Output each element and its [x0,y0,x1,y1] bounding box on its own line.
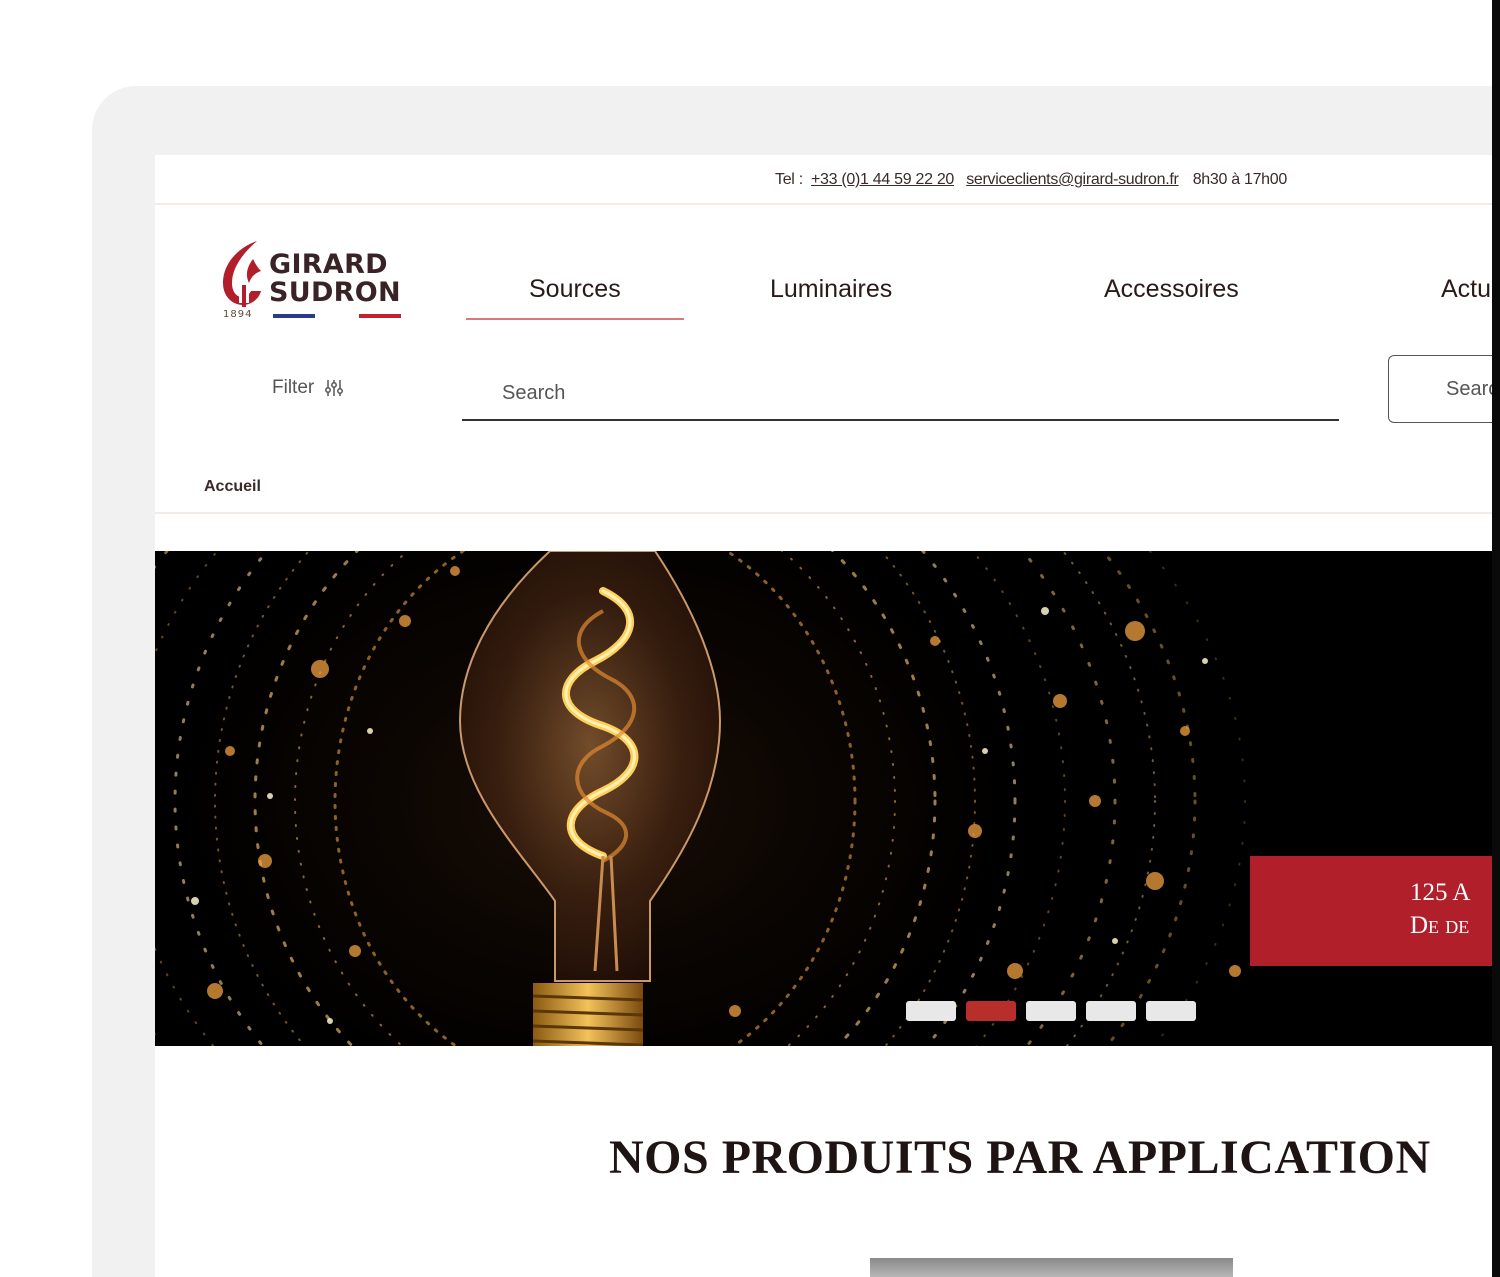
search-field [462,367,1339,421]
nav-item-actu[interactable]: Actu [1441,275,1491,304]
flame-logo-icon [223,241,261,307]
section-title: NOS PRODUITS PAR APPLICATION [609,1131,1431,1184]
product-category-thumbnail[interactable] [870,1258,1233,1277]
carousel-dot-3[interactable] [1026,1001,1076,1021]
brand-line-1: GIRARD [269,249,388,280]
breadcrumb-home[interactable]: Accueil [204,478,261,496]
frame-edge [1492,0,1500,1277]
contact-bar: Tel : +33 (0)1 44 59 22 20 serviceclient… [155,155,1492,205]
nav-item-accessoires[interactable]: Accessoires [1104,275,1239,304]
filter-label: Filter [272,377,315,398]
brand-logo[interactable]: GIRARD SUDRON 1894 [217,237,407,327]
nav-active-underline [466,318,684,320]
brand-line-2: SUDRON [269,277,401,308]
contact-line: Tel : +33 (0)1 44 59 22 20 serviceclient… [775,171,1287,189]
hero-banner: 125 A De de [155,551,1492,1046]
email-link[interactable]: serviceclients@girard-sudron.fr [966,171,1179,188]
browser-screen: Tel : +33 (0)1 44 59 22 20 serviceclient… [155,155,1492,1277]
carousel-dots [906,1001,1196,1021]
carousel-dot-5[interactable] [1146,1001,1196,1021]
hero-caption[interactable]: 125 A De de [1250,856,1492,966]
flag-blue-bar [273,314,315,318]
carousel-dot-2[interactable] [966,1001,1016,1021]
search-button[interactable]: Search [1388,355,1492,423]
carousel-dot-4[interactable] [1086,1001,1136,1021]
brand-wordmark: GIRARD SUDRON [269,251,401,307]
hero-caption-line-2: De de [1410,912,1470,939]
carousel-dot-1[interactable] [906,1001,956,1021]
nav-item-sources[interactable]: Sources [529,275,621,304]
nav-item-luminaires[interactable]: Luminaires [770,275,892,304]
hero-bulb-image [155,551,1246,1046]
search-input[interactable] [462,367,1339,419]
flag-red-bar [359,314,401,318]
opening-hours: 8h30 à 17h00 [1192,171,1288,188]
brand-year: 1894 [223,309,253,320]
phone-link[interactable]: +33 (0)1 44 59 22 20 [811,171,954,188]
sliders-icon [325,380,344,396]
hero-caption-line-1: 125 A [1410,879,1471,906]
filter-button[interactable]: Filter [272,377,344,399]
tel-label: Tel : [775,171,803,188]
breadcrumb-divider [155,512,1492,514]
